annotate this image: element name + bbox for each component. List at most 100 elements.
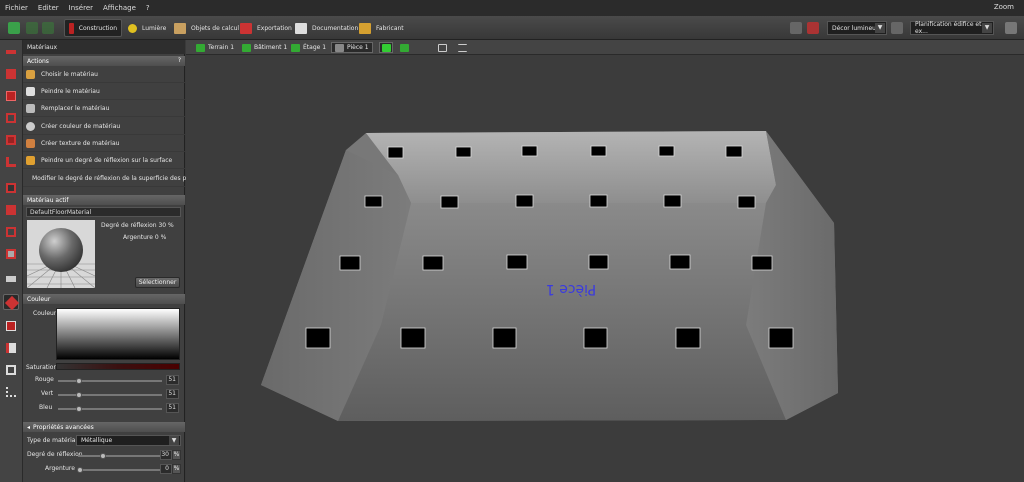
tab-manufacturer[interactable]: Fabricant — [355, 19, 408, 37]
view-plan-toggle[interactable] — [400, 42, 412, 53]
green-value[interactable]: 51 — [166, 389, 179, 399]
tool-dimension[interactable] — [3, 384, 19, 400]
blue-label: Bleu — [39, 404, 53, 411]
action-create-color[interactable]: Créer couleur de matériau — [23, 119, 185, 135]
menu-help[interactable]: ? — [146, 4, 150, 12]
3d-viewport[interactable]: Pièce 1 — [186, 55, 1024, 482]
green-slider-knob[interactable] — [76, 392, 82, 398]
tool-camera[interactable] — [3, 66, 19, 82]
tool-section[interactable] — [3, 340, 19, 356]
blue-slider-knob[interactable] — [76, 406, 82, 412]
reflection-value[interactable]: 30 — [160, 450, 172, 460]
tool-door[interactable] — [3, 110, 19, 126]
object-icon — [6, 249, 16, 259]
material-preview — [27, 220, 95, 288]
action-paint-material[interactable]: Peindre le matériau — [23, 84, 185, 100]
app-window: Fichier Editer Insérer Affichage ? Zoom … — [0, 0, 1024, 482]
action-modify-reflection[interactable]: Modifier le degré de réflexion de la sup… — [23, 171, 199, 187]
tool-materials[interactable] — [3, 294, 20, 311]
light-fixture — [737, 195, 756, 209]
action-paint-reflection[interactable]: Peindre un degré de réflexion sur la sur… — [23, 153, 185, 169]
ceiling-back — [366, 131, 776, 203]
menu-file[interactable]: Fichier — [5, 4, 28, 12]
redo-icon[interactable] — [42, 22, 54, 34]
reflection-slider-knob[interactable] — [100, 453, 106, 459]
breadcrumb-terrain[interactable]: Terrain 1 — [196, 42, 234, 53]
main-toolbar: Construction Lumière Objets de calcul Ex… — [0, 16, 1024, 40]
help-icon[interactable]: ? — [178, 57, 181, 64]
select-button[interactable]: Sélectionner — [135, 277, 180, 288]
action-replace-material[interactable]: Remplacer le matériau — [23, 101, 185, 117]
reflection-slider[interactable] — [78, 453, 160, 459]
tool-object[interactable] — [3, 246, 19, 262]
zoom-menu[interactable]: Zoom — [994, 3, 1014, 11]
room-icon — [335, 43, 344, 52]
settings-icon[interactable] — [1005, 22, 1017, 34]
silver-value[interactable]: 0 — [160, 464, 172, 474]
light-icon — [128, 23, 137, 33]
action-choose-material[interactable]: Choisir le matériau — [23, 67, 185, 83]
tool-furniture[interactable] — [3, 270, 19, 286]
scene-icon[interactable] — [790, 22, 802, 34]
reflection-icon — [26, 156, 35, 165]
tool-stairs[interactable] — [3, 154, 19, 170]
saturation-slider[interactable] — [56, 363, 180, 370]
material-name-field[interactable]: DefaultFloorMaterial — [26, 207, 181, 217]
view-3d-toggle[interactable] — [379, 42, 393, 53]
tool-room[interactable] — [3, 88, 19, 104]
green-slider[interactable] — [58, 392, 162, 398]
light-fixture — [751, 255, 773, 271]
breadcrumb-floor[interactable]: Étage 1 — [291, 42, 326, 53]
tab-calculation-objects[interactable]: Objets de calcul — [170, 19, 243, 37]
measure-icon — [6, 321, 16, 331]
silver-slider-knob[interactable] — [77, 467, 83, 473]
tool-frame[interactable] — [3, 362, 19, 378]
save-icon[interactable] — [8, 22, 20, 34]
red-slider-knob[interactable] — [76, 378, 82, 384]
breadcrumb-building[interactable]: Bâtiment 1 — [242, 42, 287, 53]
light-fixture — [658, 145, 675, 157]
actions-header[interactable]: Actions ? — [23, 56, 185, 66]
construction-icon — [69, 22, 74, 34]
tool-measure[interactable] — [3, 318, 19, 334]
material-type-label: Type de matériau — [27, 437, 80, 444]
red-slider[interactable] — [58, 378, 162, 384]
fit-view-button[interactable] — [438, 42, 450, 53]
expand-view-button[interactable] — [458, 42, 470, 53]
light-scene-select[interactable]: Décor lumineux 1 ▼ — [827, 21, 887, 35]
monitor-icon[interactable] — [891, 22, 903, 34]
red-value[interactable]: 51 — [166, 375, 179, 385]
material-type-select[interactable]: Métallique ▼ — [76, 435, 181, 446]
menu-edit[interactable]: Editer — [38, 4, 59, 12]
tool-window[interactable] — [3, 132, 19, 148]
tool-cube[interactable] — [3, 180, 19, 196]
light-fixture — [492, 327, 517, 349]
light-fixture — [364, 195, 383, 208]
blue-value[interactable]: 51 — [166, 403, 179, 413]
planning-select[interactable]: Planification édifice et ex... ▼ — [910, 21, 994, 35]
blue-slider[interactable] — [58, 406, 162, 412]
tool-roof[interactable] — [3, 202, 19, 218]
reflection-percent: % — [172, 450, 181, 460]
silver-slider[interactable] — [77, 467, 160, 473]
collapse-icon: ◂ — [27, 424, 31, 431]
tab-construction[interactable]: Construction — [64, 19, 122, 37]
green-label: Vert — [41, 390, 54, 397]
color-picker[interactable] — [56, 308, 180, 360]
tool-wall[interactable] — [3, 44, 19, 60]
menu-view[interactable]: Affichage — [103, 4, 136, 12]
tab-export[interactable]: Exportation — [236, 19, 296, 37]
tab-light[interactable]: Lumière — [124, 19, 170, 37]
fit-view-icon — [438, 43, 447, 52]
light-fixture — [440, 195, 459, 209]
action-create-texture[interactable]: Créer texture de matériau — [23, 136, 185, 152]
advanced-properties-header[interactable]: ◂ Propriétés avancées — [23, 422, 185, 432]
tool-box[interactable] — [3, 224, 19, 240]
color-label: Couleur — [33, 310, 57, 317]
undo-icon[interactable] — [26, 22, 38, 34]
silver-label: Argenture 0 % — [123, 234, 167, 241]
breadcrumb-room[interactable]: Pièce 1 — [331, 42, 373, 53]
menu-insert[interactable]: Insérer — [69, 4, 93, 12]
light-scene-icon[interactable] — [807, 22, 819, 34]
tab-documentation[interactable]: Documentation — [291, 19, 362, 37]
